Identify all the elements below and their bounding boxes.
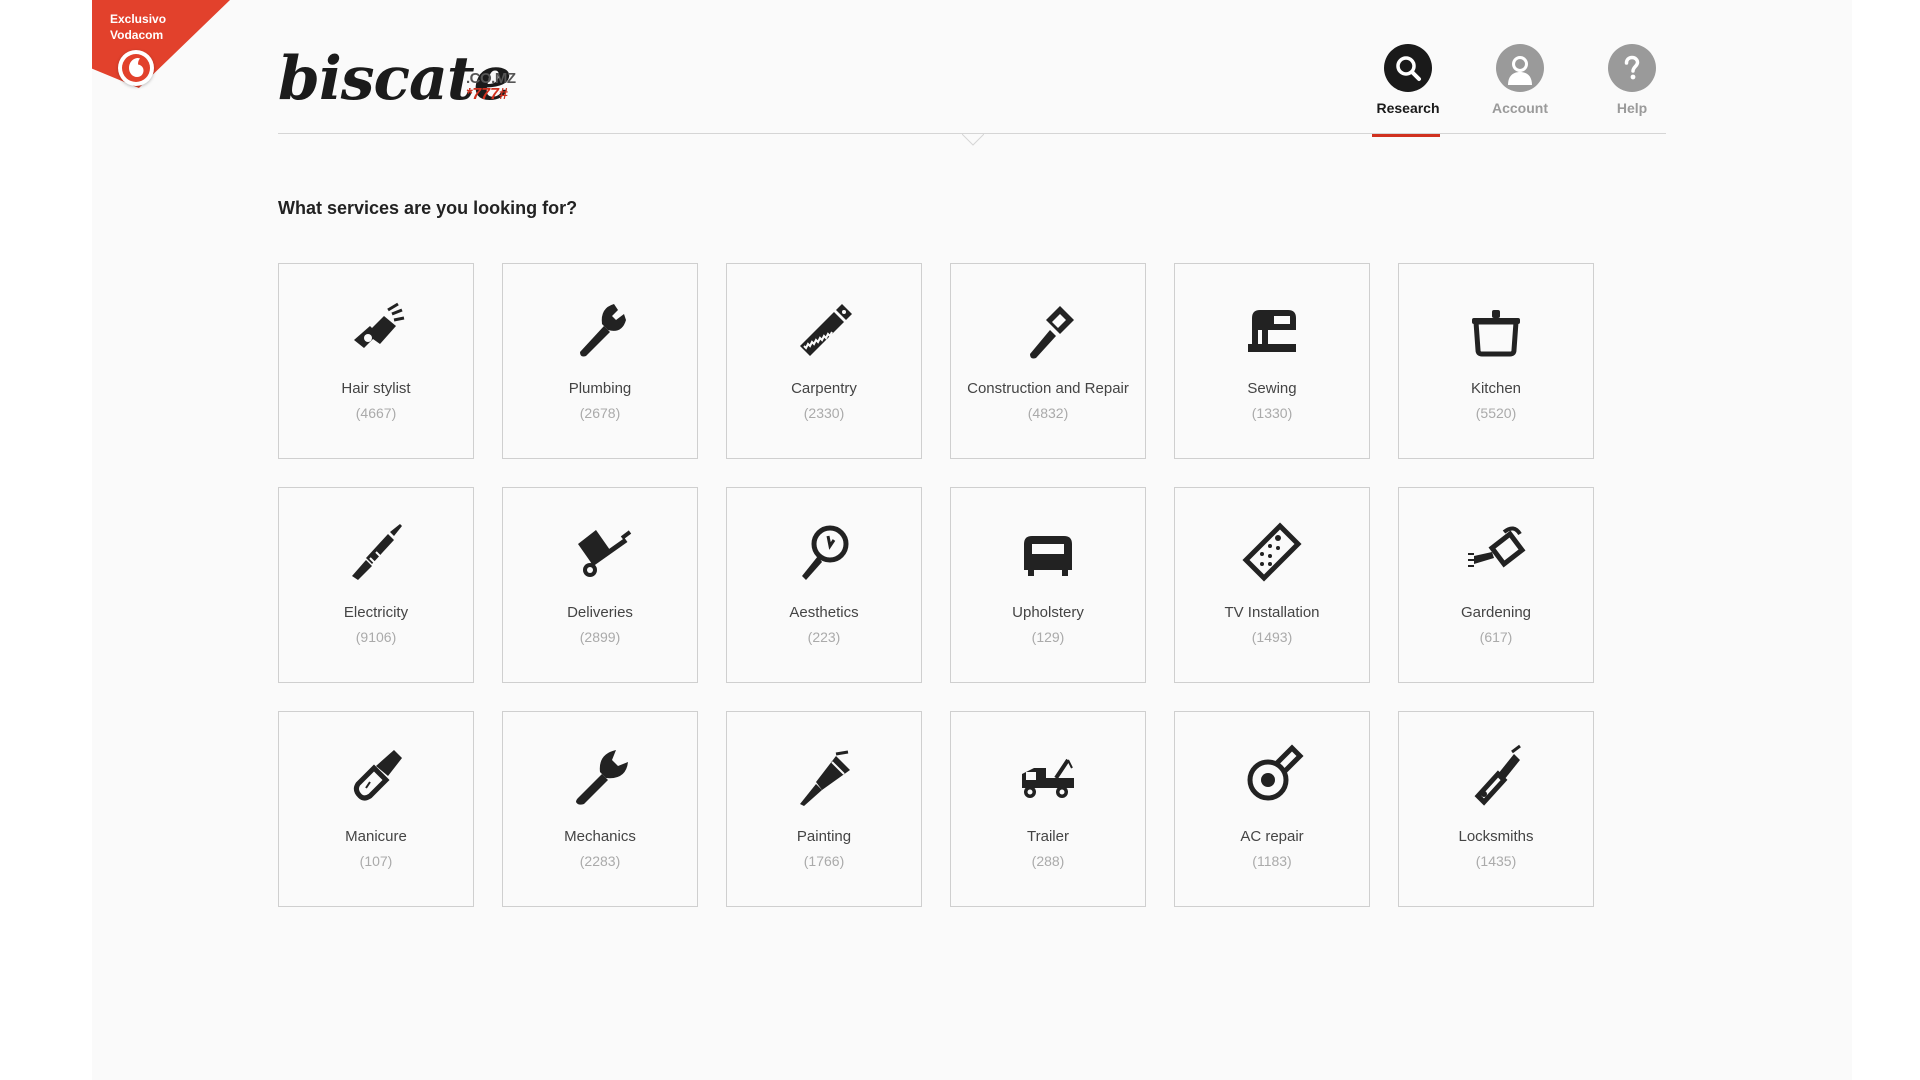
service-card-hair-stylist[interactable]: Hair stylist (4667) <box>278 263 474 459</box>
nav-research[interactable]: Research <box>1352 44 1464 137</box>
service-title: Painting <box>796 828 852 845</box>
service-card-construction-and-repair[interactable]: Construction and Repair (4832) <box>950 263 1146 459</box>
ribbon-line-1: Exclusivo <box>110 12 167 26</box>
service-count: (1330) <box>1251 405 1293 421</box>
service-count: (1183) <box>1252 853 1292 869</box>
service-count: (129) <box>1031 629 1065 645</box>
service-count: (4667) <box>355 405 397 421</box>
nav-help[interactable]: Help <box>1576 44 1688 134</box>
service-card-deliveries[interactable]: Deliveries (2899) <box>502 487 698 683</box>
service-count: (9106) <box>355 629 397 645</box>
brand-tld: .CO.MZ <box>466 70 516 87</box>
service-card-sewing[interactable]: Sewing (1330) <box>1174 263 1370 459</box>
tow-truck-icon <box>1016 744 1080 808</box>
key-icon <box>1464 744 1528 808</box>
service-count: (2899) <box>579 629 621 645</box>
service-count: (4832) <box>1027 405 1069 421</box>
brand-logo[interactable]: biscate .CO.MZ *777# <box>278 44 516 114</box>
remote-control-icon <box>1240 520 1304 584</box>
service-count: (2678) <box>579 405 621 421</box>
page-question: What services are you looking for? <box>278 198 578 218</box>
nav-account[interactable]: Account <box>1464 44 1576 134</box>
header-nav: Research Account Help <box>1352 44 1688 137</box>
service-count: (1493) <box>1251 629 1293 645</box>
header-divider-caret <box>962 134 984 146</box>
service-card-carpentry[interactable]: Carpentry (2330) <box>726 263 922 459</box>
service-card-aesthetics[interactable]: Aesthetics (223) <box>726 487 922 683</box>
nav-account-label: Account <box>1492 100 1548 116</box>
service-card-trailer[interactable]: Trailer (288) <box>950 711 1146 907</box>
service-title: Carpentry <box>791 380 857 397</box>
service-title: Manicure <box>345 828 407 845</box>
service-title: AC repair <box>1240 828 1304 845</box>
service-card-gardening[interactable]: Gardening (617) <box>1398 487 1594 683</box>
service-count: (288) <box>1031 853 1065 869</box>
service-card-painting[interactable]: Painting (1766) <box>726 711 922 907</box>
search-icon <box>1384 44 1432 92</box>
hand-truck-icon <box>568 520 632 584</box>
help-icon <box>1608 44 1656 92</box>
hammer-icon <box>1016 296 1080 360</box>
watering-can-icon <box>1464 520 1528 584</box>
service-title: TV Installation <box>1224 604 1320 621</box>
service-count: (223) <box>807 629 841 645</box>
service-card-locksmiths[interactable]: Locksmiths (1435) <box>1398 711 1594 907</box>
service-count: (2330) <box>803 405 845 421</box>
service-title: Construction and Repair <box>967 380 1129 397</box>
service-title: Locksmiths <box>1458 828 1534 845</box>
service-title: Electricity <box>343 604 409 621</box>
service-count: (1435) <box>1475 853 1517 869</box>
service-card-upholstery[interactable]: Upholstery (129) <box>950 487 1146 683</box>
mirror-icon <box>792 520 856 584</box>
service-title: Trailer <box>1027 828 1069 845</box>
service-title: Gardening <box>1460 604 1532 621</box>
brand-ussd-code: *777# <box>466 86 508 103</box>
service-title: Upholstery <box>1012 604 1084 621</box>
nail-polish-icon <box>344 744 408 808</box>
nav-help-label: Help <box>1616 100 1648 116</box>
service-title: Deliveries <box>567 604 633 621</box>
pipe-wrench-icon <box>568 296 632 360</box>
pot-icon <box>1464 296 1528 360</box>
sewing-machine-icon <box>1240 296 1304 360</box>
service-card-ac-repair[interactable]: AC repair (1183) <box>1174 711 1370 907</box>
paint-brush-icon <box>792 744 856 808</box>
vodacom-logo-icon <box>118 50 154 86</box>
service-title: Mechanics <box>564 828 636 845</box>
sofa-icon <box>1016 520 1080 584</box>
service-title: Plumbing <box>568 380 632 397</box>
service-card-mechanics[interactable]: Mechanics (2283) <box>502 711 698 907</box>
wrench-icon <box>568 744 632 808</box>
service-card-manicure[interactable]: Manicure (107) <box>278 711 474 907</box>
service-card-plumbing[interactable]: Plumbing (2678) <box>502 263 698 459</box>
service-card-tv-installation[interactable]: TV Installation (1493) <box>1174 487 1370 683</box>
service-card-kitchen[interactable]: Kitchen (5520) <box>1398 263 1594 459</box>
service-title: Kitchen <box>1470 380 1522 397</box>
service-title: Hair stylist <box>341 380 411 397</box>
service-title: Aesthetics <box>789 604 859 621</box>
hair-dryer-icon <box>344 296 408 360</box>
service-card-electricity[interactable]: Electricity (9106) <box>278 487 474 683</box>
service-title: Sewing <box>1247 380 1297 397</box>
service-count: (1766) <box>803 853 845 869</box>
service-count: (2283) <box>579 853 621 869</box>
fan-icon <box>1240 744 1304 808</box>
nav-research-label: Research <box>1376 100 1440 116</box>
vodacom-ribbon-text: Exclusivo Vodacom <box>110 11 166 43</box>
saw-icon <box>792 296 856 360</box>
screwdriver-icon <box>344 520 408 584</box>
services-grid: Hair stylist (4667) Plumbing (2678) Carp… <box>278 263 1594 907</box>
user-icon <box>1496 44 1544 92</box>
service-count: (617) <box>1479 629 1513 645</box>
ribbon-line-2: Vodacom <box>110 28 164 42</box>
service-count: (5520) <box>1475 405 1517 421</box>
service-count: (107) <box>359 853 393 869</box>
